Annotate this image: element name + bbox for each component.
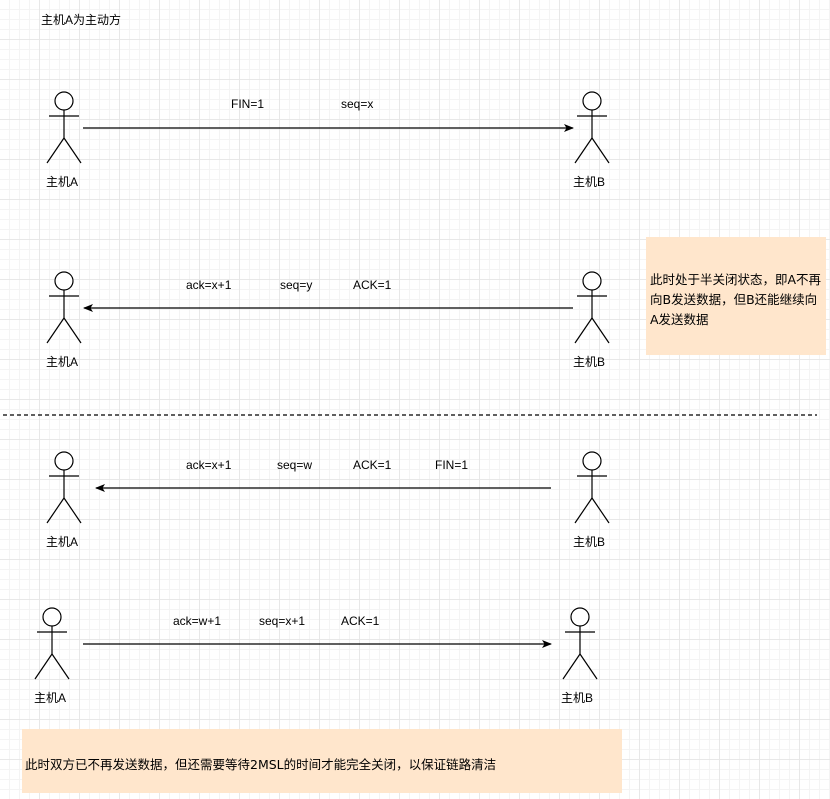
actor-label-b-2: 主机B xyxy=(573,355,606,369)
actor-figure-b-1[interactable] xyxy=(574,91,610,164)
actor-figure-a-3[interactable] xyxy=(46,451,82,524)
message-field-ack-flag: ACK=1 xyxy=(341,614,380,628)
message-field-ack-flag: ACK=1 xyxy=(353,458,392,472)
message-field-seq: seq=y xyxy=(280,278,313,292)
time-wait-note-text: 此时双方已不再发送数据，但还需要等待2MSL的时间才能完全关闭，以保证链路清洁 xyxy=(25,757,497,772)
message-field-seq: seq=w xyxy=(277,458,313,472)
actor-figure-a-4[interactable] xyxy=(34,607,70,680)
message-field-seq: seq=x+1 xyxy=(259,614,306,628)
actor-label-a-1: 主机A xyxy=(46,175,79,189)
message-field-ack: ack=w+1 xyxy=(173,614,222,628)
message-field-seq: seq=x xyxy=(341,97,374,111)
actor-figure-b-3[interactable] xyxy=(574,451,610,524)
actor-figure-b-4[interactable] xyxy=(562,607,598,680)
actor-label-b-4: 主机B xyxy=(561,691,594,705)
diagram-shapes xyxy=(3,91,817,680)
message-field-ack: ack=x+1 xyxy=(186,458,232,472)
half-close-note-text: 此时处于半关闭状态，即A不再向B发送数据，但B还能继续向A发送数据 xyxy=(650,272,822,327)
message-field-fin: FIN=1 xyxy=(231,97,265,111)
half-close-note: 此时处于半关闭状态，即A不再向B发送数据，但B还能继续向A发送数据 xyxy=(646,237,826,355)
message-field-ack-flag: ACK=1 xyxy=(353,278,392,292)
time-wait-note: 此时双方已不再发送数据，但还需要等待2MSL的时间才能完全关闭，以保证链路清洁 xyxy=(22,729,622,793)
actor-label-a-4: 主机A xyxy=(34,691,67,705)
actor-label-a-3: 主机A xyxy=(46,535,79,549)
actor-label-a-2: 主机A xyxy=(46,355,79,369)
actor-figure-a-2[interactable] xyxy=(46,271,82,344)
message-field-ack: ack=x+1 xyxy=(186,278,232,292)
actor-label-b-3: 主机B xyxy=(573,535,606,549)
actor-label-b-1: 主机B xyxy=(573,175,606,189)
actor-figure-a-1[interactable] xyxy=(46,91,82,164)
message-field-fin: FIN=1 xyxy=(435,458,469,472)
actor-figure-b-2[interactable] xyxy=(574,271,610,344)
